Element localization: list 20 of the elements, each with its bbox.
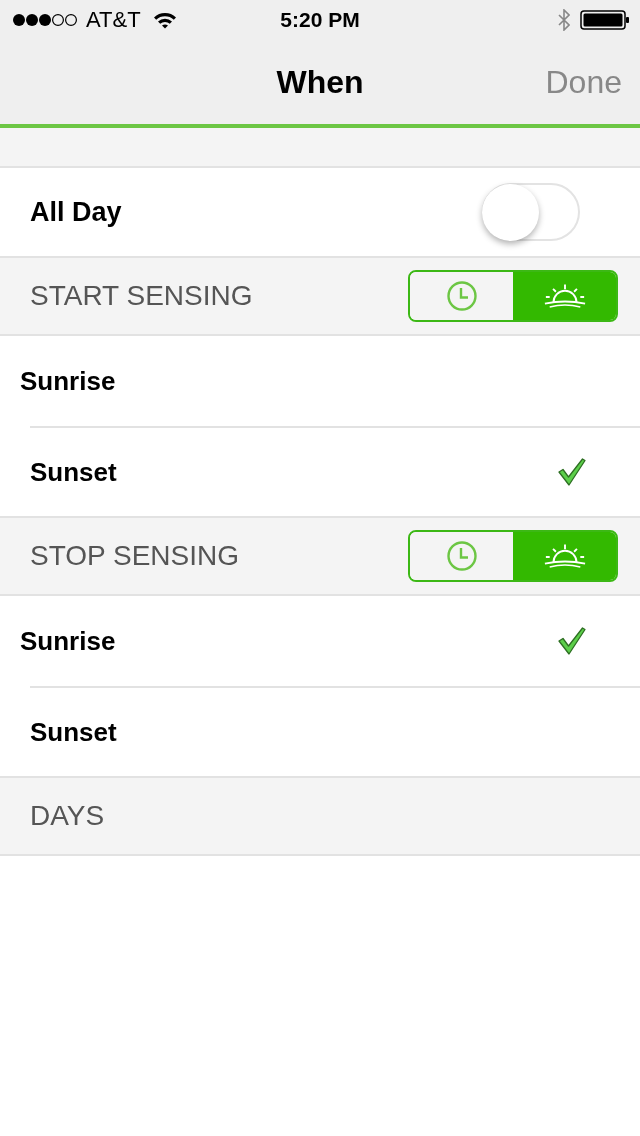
signal-strength-icon [12, 13, 78, 27]
sunrise-icon [542, 283, 587, 309]
checkmark-icon [558, 627, 586, 655]
status-time: 5:20 PM [280, 8, 360, 32]
carrier-name: AT&T [86, 7, 141, 33]
mode-segment[interactable] [513, 272, 616, 320]
battery-icon [580, 10, 630, 30]
section-title: DAYS [30, 800, 105, 832]
wifi-icon [152, 11, 177, 29]
clock-icon [446, 541, 477, 571]
setting-label: All Day [30, 196, 122, 228]
toggle-switch[interactable] [482, 183, 580, 241]
mode-segment[interactable] [513, 532, 616, 580]
checkmark-icon [558, 458, 586, 486]
section-title: START SENSING [30, 280, 253, 312]
section-title: STOP SENSING [30, 540, 240, 572]
bluetooth-icon [558, 9, 570, 31]
clock-icon [446, 281, 477, 311]
sunrise-icon [542, 543, 587, 569]
nav-title: When [276, 63, 364, 101]
